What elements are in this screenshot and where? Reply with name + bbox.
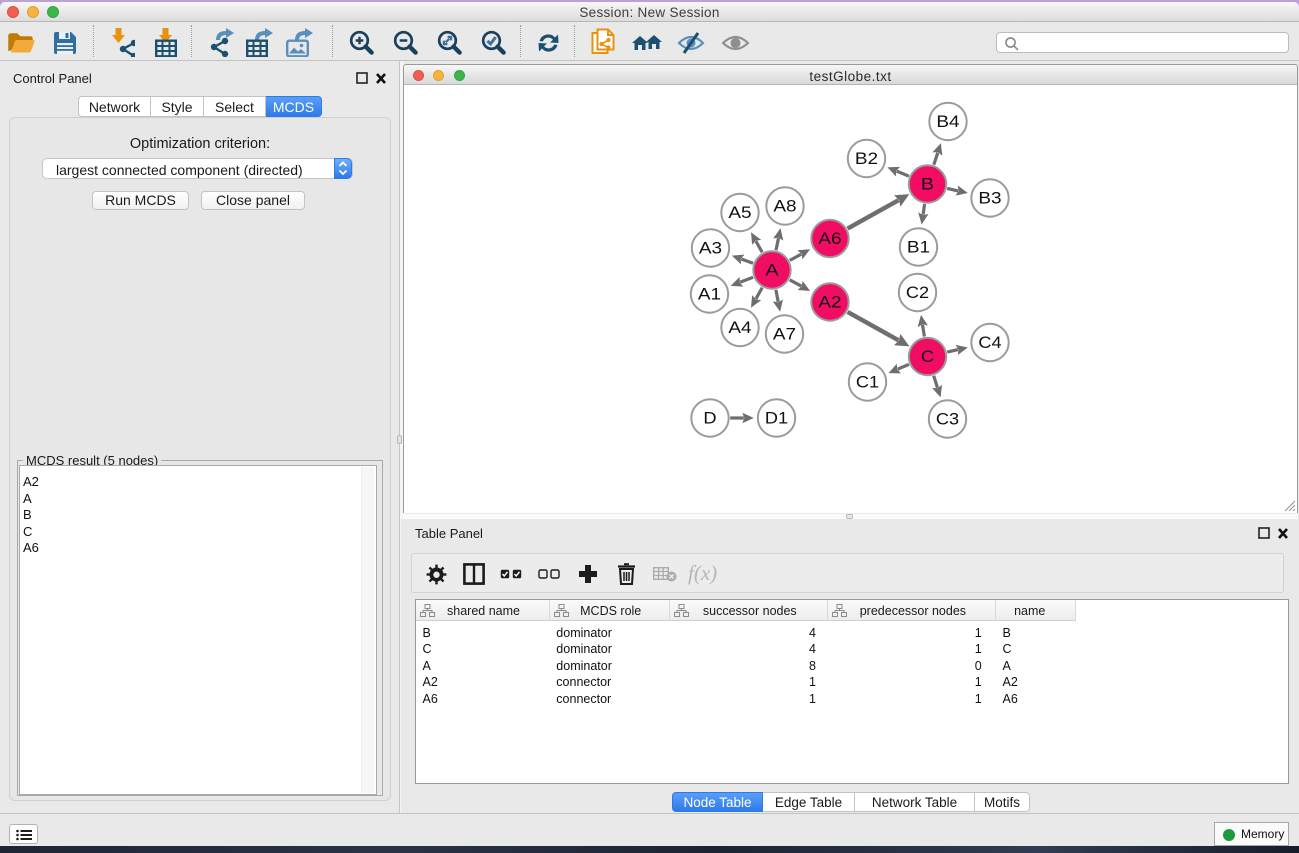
svg-text:C2: C2: [906, 284, 929, 302]
svg-text:C4: C4: [978, 334, 1001, 352]
svg-text:A4: A4: [728, 319, 751, 337]
svg-text:D1: D1: [765, 410, 788, 428]
svg-text:B: B: [921, 176, 934, 194]
svg-text:A2: A2: [818, 294, 841, 312]
svg-text:B1: B1: [907, 239, 930, 257]
svg-text:A1: A1: [698, 286, 721, 304]
svg-text:C3: C3: [936, 411, 959, 429]
svg-text:B2: B2: [855, 150, 878, 168]
svg-text:B4: B4: [936, 113, 959, 131]
svg-text:B3: B3: [978, 190, 1001, 208]
svg-text:A5: A5: [728, 204, 751, 222]
svg-text:C1: C1: [856, 374, 879, 392]
svg-text:A3: A3: [699, 240, 722, 258]
svg-text:A8: A8: [773, 198, 796, 216]
svg-text:A: A: [765, 262, 778, 280]
svg-text:C: C: [921, 348, 934, 366]
svg-text:A6: A6: [818, 230, 841, 248]
svg-text:D: D: [703, 410, 716, 428]
svg-text:A7: A7: [773, 326, 796, 344]
